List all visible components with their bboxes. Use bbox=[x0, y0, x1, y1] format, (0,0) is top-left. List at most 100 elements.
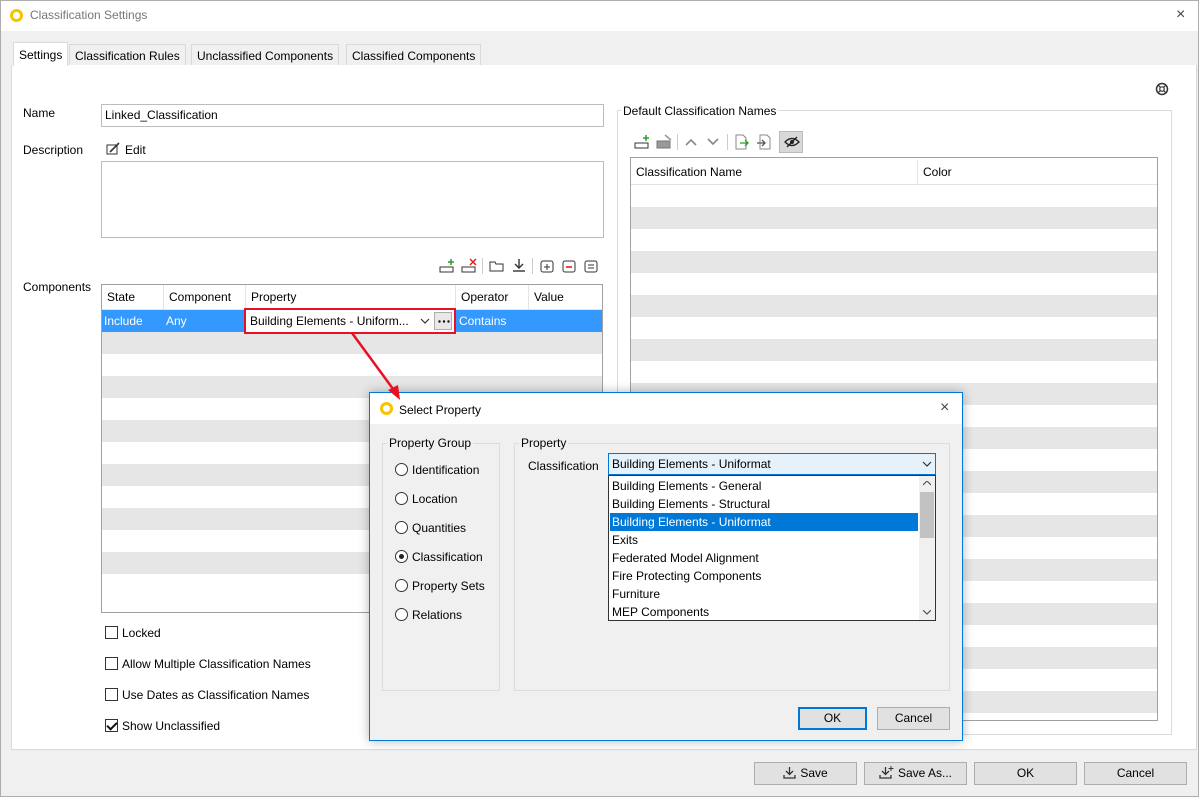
move-up-icon[interactable] bbox=[684, 136, 698, 148]
property-browse-button[interactable] bbox=[434, 312, 452, 330]
components-grid-header: State Component Property Operator Value bbox=[102, 285, 602, 310]
add-name-icon[interactable] bbox=[634, 134, 650, 150]
dialog-ok-button[interactable]: OK bbox=[798, 707, 867, 730]
import-icon[interactable] bbox=[511, 258, 527, 274]
classification-combo[interactable]: Building Elements - Uniformat bbox=[608, 453, 936, 475]
import-names-icon[interactable] bbox=[756, 134, 772, 150]
dropdown-scrollbar[interactable] bbox=[919, 476, 935, 620]
show-unclassified-checkbox[interactable] bbox=[105, 719, 118, 732]
save-as-button[interactable]: Save As... bbox=[864, 762, 967, 785]
clear-group-icon[interactable] bbox=[583, 258, 599, 274]
description-textarea[interactable] bbox=[101, 161, 604, 238]
radio-classification-label: Classification bbox=[412, 550, 483, 564]
pointer-arrow bbox=[350, 332, 400, 400]
dialog-close-icon[interactable]: × bbox=[940, 400, 949, 416]
scroll-up-icon[interactable] bbox=[923, 481, 931, 486]
add-group-icon[interactable] bbox=[539, 258, 555, 274]
radio-relations[interactable] bbox=[395, 608, 408, 621]
toggle-visibility-button[interactable] bbox=[779, 131, 803, 153]
ellipsis-icon bbox=[438, 320, 450, 323]
edit-label[interactable]: Edit bbox=[125, 143, 146, 157]
use-dates-checkbox[interactable] bbox=[105, 688, 118, 701]
column-header-color[interactable]: Color bbox=[918, 160, 1157, 184]
edit-icon[interactable] bbox=[106, 142, 122, 156]
window-close-icon[interactable]: × bbox=[1176, 7, 1185, 23]
radio-location[interactable] bbox=[395, 492, 408, 505]
tab-unclassified-components[interactable]: Unclassified Components bbox=[191, 44, 340, 66]
add-row-icon[interactable] bbox=[439, 258, 455, 274]
toolbar-separator bbox=[482, 258, 483, 274]
radio-identification-label: Identification bbox=[412, 463, 480, 477]
delete-name-icon[interactable] bbox=[656, 134, 672, 150]
delete-row-icon[interactable] bbox=[461, 258, 477, 274]
column-header-state[interactable]: State bbox=[102, 285, 164, 309]
toolbar-separator bbox=[677, 134, 678, 150]
list-item[interactable]: Fire Protecting Components bbox=[610, 567, 918, 585]
app-logo-icon bbox=[10, 9, 23, 22]
property-combo-value[interactable]: Building Elements - Uniform... bbox=[250, 314, 409, 328]
radio-property-sets[interactable] bbox=[395, 579, 408, 592]
column-header-classification-name[interactable]: Classification Name bbox=[631, 160, 918, 184]
scrollbar-thumb[interactable] bbox=[920, 492, 934, 538]
save-as-icon bbox=[879, 766, 894, 779]
cell-state: Include bbox=[104, 314, 143, 328]
list-item-selected[interactable]: Building Elements - Uniformat bbox=[610, 513, 918, 531]
select-property-dialog: Select Property × Property Group Identif… bbox=[369, 392, 963, 741]
empty-row bbox=[631, 339, 1157, 361]
cell-operator: Contains bbox=[459, 314, 507, 328]
dialog-title: Select Property bbox=[399, 403, 482, 417]
locked-label: Locked bbox=[122, 626, 161, 640]
tab-settings[interactable]: Settings bbox=[13, 42, 69, 66]
allow-multiple-label: Allow Multiple Classification Names bbox=[122, 657, 311, 671]
column-header-operator[interactable]: Operator bbox=[456, 285, 529, 309]
window-title: Classification Settings bbox=[30, 8, 148, 22]
chevron-down-icon bbox=[922, 461, 932, 467]
list-item[interactable]: Exits bbox=[610, 531, 918, 549]
column-header-component[interactable]: Component bbox=[164, 285, 246, 309]
cancel-button[interactable]: Cancel bbox=[1084, 762, 1187, 785]
list-item[interactable]: Federated Model Alignment bbox=[610, 549, 918, 567]
default-names-title: Default Classification Names bbox=[621, 104, 779, 118]
save-button[interactable]: Save bbox=[754, 762, 857, 785]
empty-row bbox=[631, 295, 1157, 317]
classification-combo-value: Building Elements - Uniformat bbox=[612, 457, 771, 471]
classification-dropdown-list: Building Elements - General Building Ele… bbox=[608, 475, 936, 621]
dialog-cancel-button[interactable]: Cancel bbox=[877, 707, 950, 730]
name-input[interactable]: Linked_Classification bbox=[101, 104, 604, 127]
column-header-value[interactable]: Value bbox=[529, 285, 602, 309]
locked-checkbox[interactable] bbox=[105, 626, 118, 639]
empty-row bbox=[631, 207, 1157, 229]
radio-classification[interactable] bbox=[395, 550, 408, 563]
chevron-down-icon[interactable] bbox=[420, 318, 430, 325]
name-label: Name bbox=[23, 106, 56, 120]
allow-multiple-checkbox[interactable] bbox=[105, 657, 118, 670]
show-unclassified-label: Show Unclassified bbox=[122, 719, 221, 733]
scroll-down-icon[interactable] bbox=[923, 610, 931, 615]
classification-label: Classification bbox=[528, 459, 599, 473]
open-folder-icon[interactable] bbox=[489, 258, 505, 274]
radio-quantities[interactable] bbox=[395, 521, 408, 534]
tab-classified-components[interactable]: Classified Components bbox=[346, 44, 482, 66]
remove-group-icon[interactable] bbox=[561, 258, 577, 274]
title-bar bbox=[1, 1, 1198, 31]
radio-property-sets-label: Property Sets bbox=[412, 579, 485, 593]
description-label: Description bbox=[23, 143, 84, 157]
ok-button[interactable]: OK bbox=[974, 762, 1077, 785]
move-down-icon[interactable] bbox=[706, 136, 720, 148]
radio-relations-label: Relations bbox=[412, 608, 463, 622]
help-icon[interactable] bbox=[1155, 82, 1169, 96]
cell-component: Any bbox=[166, 314, 187, 328]
use-dates-label: Use Dates as Classification Names bbox=[122, 688, 310, 702]
radio-identification[interactable] bbox=[395, 463, 408, 476]
save-as-label: Save As... bbox=[897, 766, 953, 780]
property-label: Property bbox=[519, 436, 569, 450]
export-names-icon[interactable] bbox=[734, 134, 750, 150]
list-item[interactable]: Furniture bbox=[610, 585, 918, 603]
list-item[interactable]: MEP Components bbox=[610, 603, 918, 620]
components-label: Components bbox=[23, 280, 92, 294]
list-item[interactable]: Building Elements - General bbox=[610, 477, 918, 495]
list-item[interactable]: Building Elements - Structural bbox=[610, 495, 918, 513]
tab-classification-rules[interactable]: Classification Rules bbox=[69, 44, 186, 66]
default-names-header: Classification Name Color bbox=[631, 158, 1157, 185]
column-header-property[interactable]: Property bbox=[246, 285, 456, 309]
